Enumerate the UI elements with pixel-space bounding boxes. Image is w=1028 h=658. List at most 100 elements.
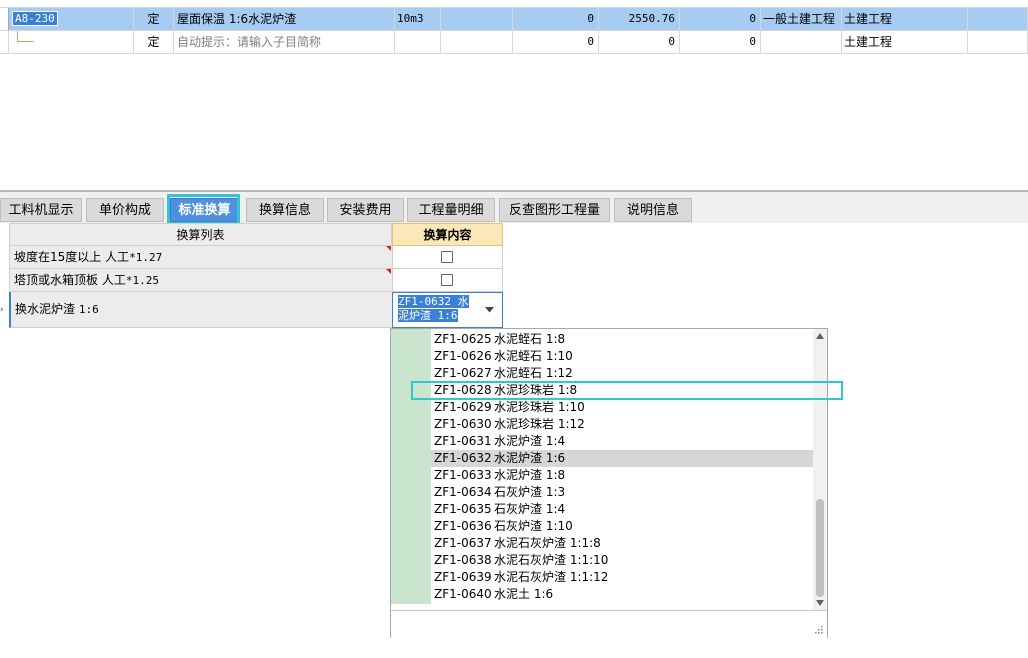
- dropdown-option[interactable]: ZF1-0627 水泥蛭石 1:12: [431, 365, 813, 382]
- option-name: 水泥蛭石 1:12: [494, 366, 573, 380]
- option-name: 水泥石灰炉渣 1:1:10: [494, 553, 609, 567]
- option-code: ZF1-0627: [434, 366, 492, 380]
- option-name: 水泥蛭石 1:8: [494, 332, 566, 346]
- dropdown-option[interactable]: ZF1-0640 水泥土 1:6: [431, 586, 813, 603]
- conversion-row[interactable]: 坡度在15度以上 人工*1.27: [9, 246, 392, 269]
- dropdown-option[interactable]: ZF1-0638 水泥石灰炉渣 1:1:10: [431, 552, 813, 569]
- code-cell[interactable]: [9, 31, 134, 54]
- category-cell[interactable]: 一般土建工程: [761, 8, 842, 31]
- code-value[interactable]: A8-230: [12, 11, 58, 26]
- option-name: 石灰炉渣 1:3: [494, 485, 566, 499]
- tab-install-fee[interactable]: 安装费用: [327, 198, 404, 222]
- option-code: ZF1-0636: [434, 519, 492, 533]
- conversion-cell[interactable]: [392, 269, 503, 292]
- dropdown-option[interactable]: ZF1-0631 水泥炉渣 1:4: [431, 433, 813, 450]
- option-name: 水泥炉渣 1:6: [494, 451, 566, 465]
- conversion-label: 塔顶或水箱顶板 人工: [14, 273, 126, 287]
- tab-labor-material[interactable]: 工料机显示: [0, 198, 82, 222]
- option-name: 水泥土 1:6: [494, 587, 554, 601]
- dropdown-option[interactable]: ZF1-0639 水泥石灰炉渣 1:1:12: [431, 569, 813, 586]
- option-name: 石灰炉渣 1:10: [494, 519, 573, 533]
- table-row[interactable]: A8-230 定 屋面保温 1:6水泥炉渣 10m3 0 2550.76 0 一…: [0, 8, 1028, 31]
- unit-cell[interactable]: 10m3: [395, 8, 441, 31]
- extra-cell[interactable]: [968, 31, 1028, 54]
- conversion-factor: *1.27: [129, 251, 163, 264]
- chevron-down-icon[interactable]: [485, 307, 494, 313]
- dropdown-option[interactable]: ZF1-0636 石灰炉渣 1:10: [431, 518, 813, 535]
- extra-cell[interactable]: [968, 8, 1028, 31]
- row-header[interactable]: [0, 8, 9, 31]
- conversion-checkbox[interactable]: [441, 274, 453, 286]
- option-name: 水泥石灰炉渣 1:1:8: [494, 536, 601, 550]
- comment-marker: [386, 246, 391, 251]
- dropdown-option[interactable]: ZF1-0625 水泥蛭石 1:8: [431, 331, 813, 348]
- scroll-down-icon[interactable]: [816, 600, 824, 606]
- bottom-tab-bar: 工料机显示 单价构成 标准换算 换算信息 安装费用 工程量明细 反查图形工程量 …: [0, 190, 1028, 225]
- scroll-up-icon[interactable]: [816, 333, 824, 339]
- material-dropdown: ZF1-0625 水泥蛭石 1:8 ZF1-0626 水泥蛭石 1:10 ZF1-062…: [390, 328, 828, 638]
- option-code: ZF1-0625: [434, 332, 492, 346]
- conversion-row[interactable]: 换水泥炉渣 1:6: [9, 292, 392, 328]
- tab-conversion-info[interactable]: 换算信息: [246, 198, 324, 222]
- dropdown-option[interactable]: ZF1-0630 水泥珍珠岩 1:12: [431, 416, 813, 433]
- dropdown-option[interactable]: ZF1-0632 水泥炉渣 1:6: [431, 450, 813, 467]
- major-cell[interactable]: 土建工程: [842, 8, 968, 31]
- conversion-factor: *1.25: [125, 274, 159, 287]
- material-select[interactable]: ZF1-0632 水泥炉渣 1:6: [392, 292, 503, 328]
- tab-focus-highlight: [167, 194, 240, 225]
- qty-cell[interactable]: 0: [513, 31, 599, 54]
- dropdown-scrollbar[interactable]: [813, 329, 827, 610]
- option-name: 水泥珍珠岩 1:12: [494, 417, 585, 431]
- qty-cell[interactable]: 0: [513, 8, 599, 31]
- type-cell[interactable]: 定: [134, 31, 174, 54]
- option-code: ZF1-0637: [434, 536, 492, 550]
- tab-unit-price[interactable]: 单价构成: [86, 198, 164, 222]
- option-code: ZF1-0631: [434, 434, 492, 448]
- name-cell[interactable]: 自动提示：请输入子目简称: [174, 31, 395, 54]
- scroll-thumb[interactable]: [816, 499, 824, 597]
- type-cell[interactable]: 定: [134, 8, 174, 31]
- conversion-checkbox[interactable]: [441, 251, 453, 263]
- option-name: 水泥炉渣 1:8: [494, 468, 566, 482]
- row-indicator: ›: [0, 305, 4, 315]
- category-cell[interactable]: [761, 31, 842, 54]
- option-focus-highlight: [411, 381, 843, 400]
- code-cell[interactable]: A8-230: [9, 8, 134, 31]
- option-code: ZF1-0632: [434, 451, 492, 465]
- dropdown-option[interactable]: ZF1-0637 水泥石灰炉渣 1:1:8: [431, 535, 813, 552]
- grid-row-partial: [0, 0, 1028, 8]
- resize-grip-icon[interactable]: [814, 625, 823, 634]
- dropdown-gutter: [391, 329, 431, 604]
- option-code: ZF1-0639: [434, 570, 492, 584]
- name-cell[interactable]: 屋面保温 1:6水泥炉渣: [174, 8, 395, 31]
- blank-cell[interactable]: [441, 8, 513, 31]
- tab-quantity-detail[interactable]: 工程量明细: [407, 198, 495, 222]
- tab-description[interactable]: 说明信息: [614, 198, 692, 222]
- dropdown-option[interactable]: ZF1-0634 石灰炉渣 1:3: [431, 484, 813, 501]
- dropdown-option[interactable]: ZF1-0626 水泥蛭石 1:10: [431, 348, 813, 365]
- option-code: ZF1-0626: [434, 349, 492, 363]
- comment-marker: [386, 269, 391, 274]
- total-cell[interactable]: 0: [680, 8, 761, 31]
- dropdown-option[interactable]: ZF1-0635 石灰炉渣 1:4: [431, 501, 813, 518]
- option-name: 水泥石灰炉渣 1:1:12: [494, 570, 609, 584]
- conversion-label: 换水泥炉渣: [15, 302, 79, 316]
- option-code: ZF1-0635: [434, 502, 492, 516]
- row-header[interactable]: [0, 31, 9, 54]
- table-row[interactable]: 定 自动提示：请输入子目简称 0 0 0 土建工程: [0, 31, 1028, 54]
- option-name: 石灰炉渣 1:4: [494, 502, 566, 516]
- major-cell[interactable]: 土建工程: [842, 31, 968, 54]
- conversion-row[interactable]: 塔顶或水箱顶板 人工*1.25: [9, 269, 392, 292]
- material-select-value[interactable]: ZF1-0632 水泥炉渣 1:6: [398, 295, 469, 322]
- option-code: ZF1-0634: [434, 485, 492, 499]
- unit-cell[interactable]: [395, 31, 441, 54]
- total-cell[interactable]: 0: [680, 31, 761, 54]
- conversion-cell[interactable]: [392, 246, 503, 269]
- tab-reverse-graphic[interactable]: 反查图形工程量: [499, 198, 610, 222]
- blank-cell[interactable]: [441, 31, 513, 54]
- price-cell[interactable]: 0: [599, 31, 680, 54]
- option-name: 水泥珍珠岩 1:10: [494, 400, 585, 414]
- price-cell[interactable]: 2550.76: [599, 8, 680, 31]
- dropdown-option[interactable]: ZF1-0633 水泥炉渣 1:8: [431, 467, 813, 484]
- dropdown-option[interactable]: ZF1-0629 水泥珍珠岩 1:10: [431, 399, 813, 416]
